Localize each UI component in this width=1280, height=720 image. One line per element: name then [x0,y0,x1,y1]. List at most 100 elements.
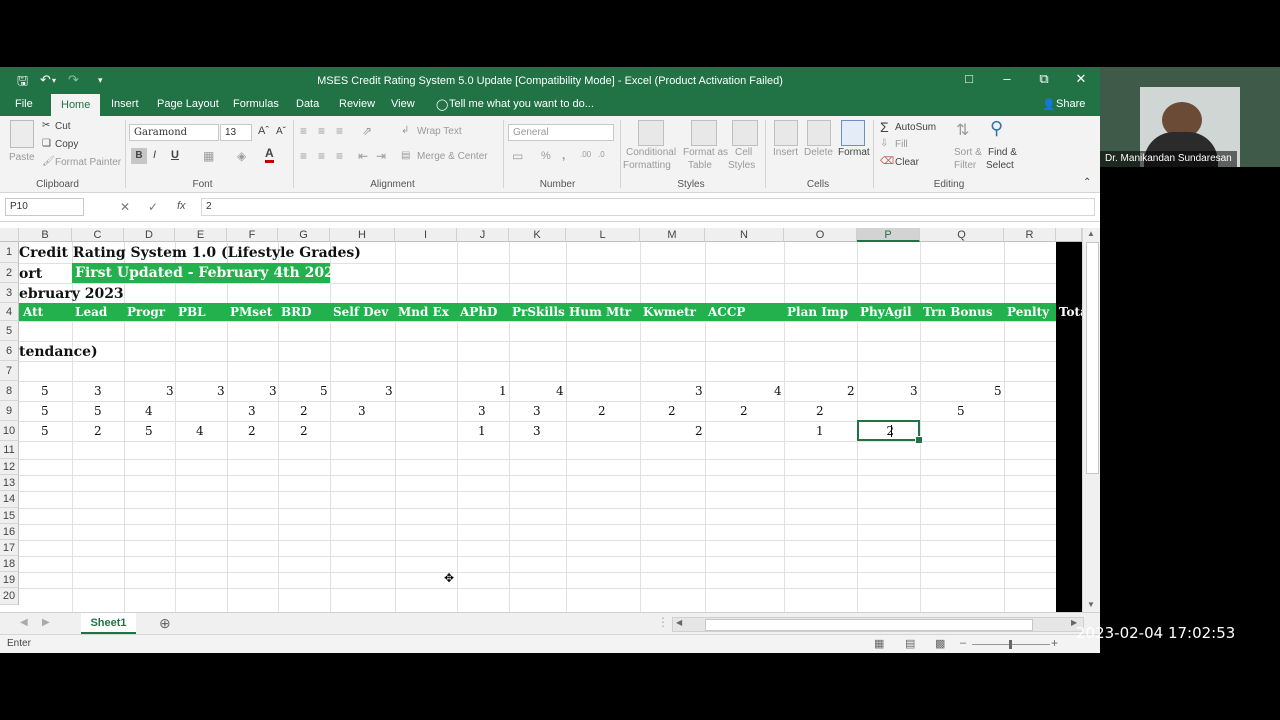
header-progr[interactable]: Progr [127,303,165,321]
attendance-label[interactable]: tendance) [19,344,98,360]
cell-p8[interactable]: 3 [910,384,918,398]
col-header-n[interactable]: N [705,228,784,242]
active-cell-p10[interactable]: 2 [857,420,920,441]
cell-j8[interactable]: 1 [499,384,507,398]
minimize-icon[interactable]: – [996,71,1018,89]
cell-styles-button[interactable]: Cell [735,147,752,158]
tab-page-layout[interactable]: Page Layout [157,98,219,110]
col-header-b[interactable]: B [19,228,72,242]
row-header[interactable]: 11 [0,441,19,459]
header-prskills[interactable]: PrSkills [512,303,565,321]
currency-icon[interactable]: ▭ [512,149,523,163]
underline-button[interactable]: U [171,149,179,161]
header-pmset[interactable]: PMset [230,303,272,321]
col-header-e[interactable]: E [175,228,227,242]
col-header-j[interactable]: J [457,228,509,242]
format-painter-icon[interactable]: 🖌 [42,156,55,167]
autosum-icon[interactable]: Σ [880,119,889,135]
bold-button[interactable]: B [131,148,147,164]
row-header[interactable]: 15 [0,508,19,524]
cell-styles-icon[interactable] [732,120,758,146]
header-accp[interactable]: ACCP [708,303,745,321]
col-header-q[interactable]: Q [920,228,1004,242]
paste-button[interactable]: Paste [9,152,35,163]
orientation-icon[interactable]: ⇗ [362,124,372,138]
decrease-font-icon[interactable]: Aˇ [276,126,286,137]
col-header-g[interactable]: G [278,228,330,242]
find-select-icon[interactable]: ⚲ [990,118,1003,139]
tab-data[interactable]: Data [296,98,319,110]
font-size-select[interactable]: 13 [220,124,252,141]
cell-b9[interactable]: 5 [41,404,49,418]
fill-handle[interactable] [915,436,923,444]
col-header-k[interactable]: K [509,228,566,242]
tell-me-input[interactable]: Tell me what you want to do... [449,98,594,110]
cell-g10[interactable]: 2 [300,424,308,438]
row-header[interactable]: 13 [0,475,19,491]
tab-review[interactable]: Review [339,98,375,110]
format-as-table-button[interactable]: Format as [683,147,728,158]
font-name-select[interactable]: Garamond [129,124,219,141]
insert-function-button[interactable]: fx [177,200,186,212]
cell-c9[interactable]: 5 [94,404,102,418]
col-header-p[interactable]: P [857,228,920,242]
cell-g8[interactable]: 5 [320,384,328,398]
cell-h8[interactable]: 3 [385,384,393,398]
col-header-f[interactable]: F [227,228,278,242]
insert-cells-icon[interactable] [774,120,798,146]
row-header[interactable]: 10 [0,421,19,441]
cell-h9[interactable]: 3 [358,404,366,418]
cell-n8[interactable]: 4 [774,384,782,398]
cell-m9[interactable]: 2 [668,404,676,418]
scroll-down-icon[interactable]: ▼ [1087,600,1095,609]
cell-m8[interactable]: 3 [695,384,703,398]
header-mnd-ex[interactable]: Mnd Ex [398,303,449,321]
align-middle-icon[interactable]: ≡ [318,124,325,138]
cell-o8[interactable]: 2 [847,384,855,398]
header-aphd[interactable]: APhD [460,303,497,321]
updated-banner[interactable]: First Updated - February 4th 2023 [72,263,344,283]
format-as-table-button-line2[interactable]: Table [688,160,712,171]
header-plan-imp[interactable]: Plan Imp [787,303,848,321]
header-penlty[interactable]: Penlty [1007,303,1049,321]
row-header[interactable]: 8 [0,381,19,401]
align-left-icon[interactable]: ≡ [300,149,307,163]
col-header-s[interactable] [1056,228,1082,242]
tab-formulas[interactable]: Formulas [233,98,279,110]
row-header[interactable]: 19 [0,572,19,588]
cell-k10[interactable]: 3 [533,424,541,438]
share-button[interactable]: Share [1056,98,1085,110]
col-header-d[interactable]: D [124,228,175,242]
conditional-formatting-icon[interactable] [638,120,664,146]
fill-button[interactable]: Fill [895,139,908,150]
tab-view[interactable]: View [391,98,415,110]
vertical-scrollbar[interactable]: ▲ ▼ [1082,228,1100,612]
zoom-in-icon[interactable]: + [1051,636,1058,650]
align-center-icon[interactable]: ≡ [318,149,325,163]
format-painter-button[interactable]: Format Painter [55,157,121,168]
fill-icon[interactable]: ⇩ [880,138,888,149]
comma-button[interactable]: , [562,148,565,162]
new-sheet-icon[interactable]: ⊕ [159,615,171,632]
cell-e10[interactable]: 4 [196,424,204,438]
cut-icon[interactable]: ✂ [42,120,50,131]
header-pbl[interactable]: PBL [178,303,206,321]
paste-icon[interactable] [10,120,34,148]
increase-indent-icon[interactable]: ⇥ [376,149,386,163]
page-break-view-icon[interactable]: ▩ [935,637,945,650]
row-header[interactable]: 17 [0,540,19,556]
cell-b10[interactable]: 5 [41,424,49,438]
sort-filter-button-line2[interactable]: Filter [954,160,976,171]
cell-d9[interactable]: 4 [145,404,153,418]
increase-decimal-icon[interactable]: .00 [580,150,591,159]
delete-cells-button[interactable]: Delete [804,147,833,158]
col-header-l[interactable]: L [566,228,640,242]
zoom-out-icon[interactable]: – [960,637,966,649]
wrap-text-button[interactable]: Wrap Text [417,126,462,137]
header-kwmetr[interactable]: Kwmetr [643,303,696,321]
col-header-c[interactable]: C [72,228,124,242]
italic-button[interactable]: I [153,149,156,161]
name-box[interactable]: P10 [5,198,84,216]
row-header[interactable]: 18 [0,556,19,572]
conditional-formatting-button[interactable]: Conditional [626,147,676,158]
